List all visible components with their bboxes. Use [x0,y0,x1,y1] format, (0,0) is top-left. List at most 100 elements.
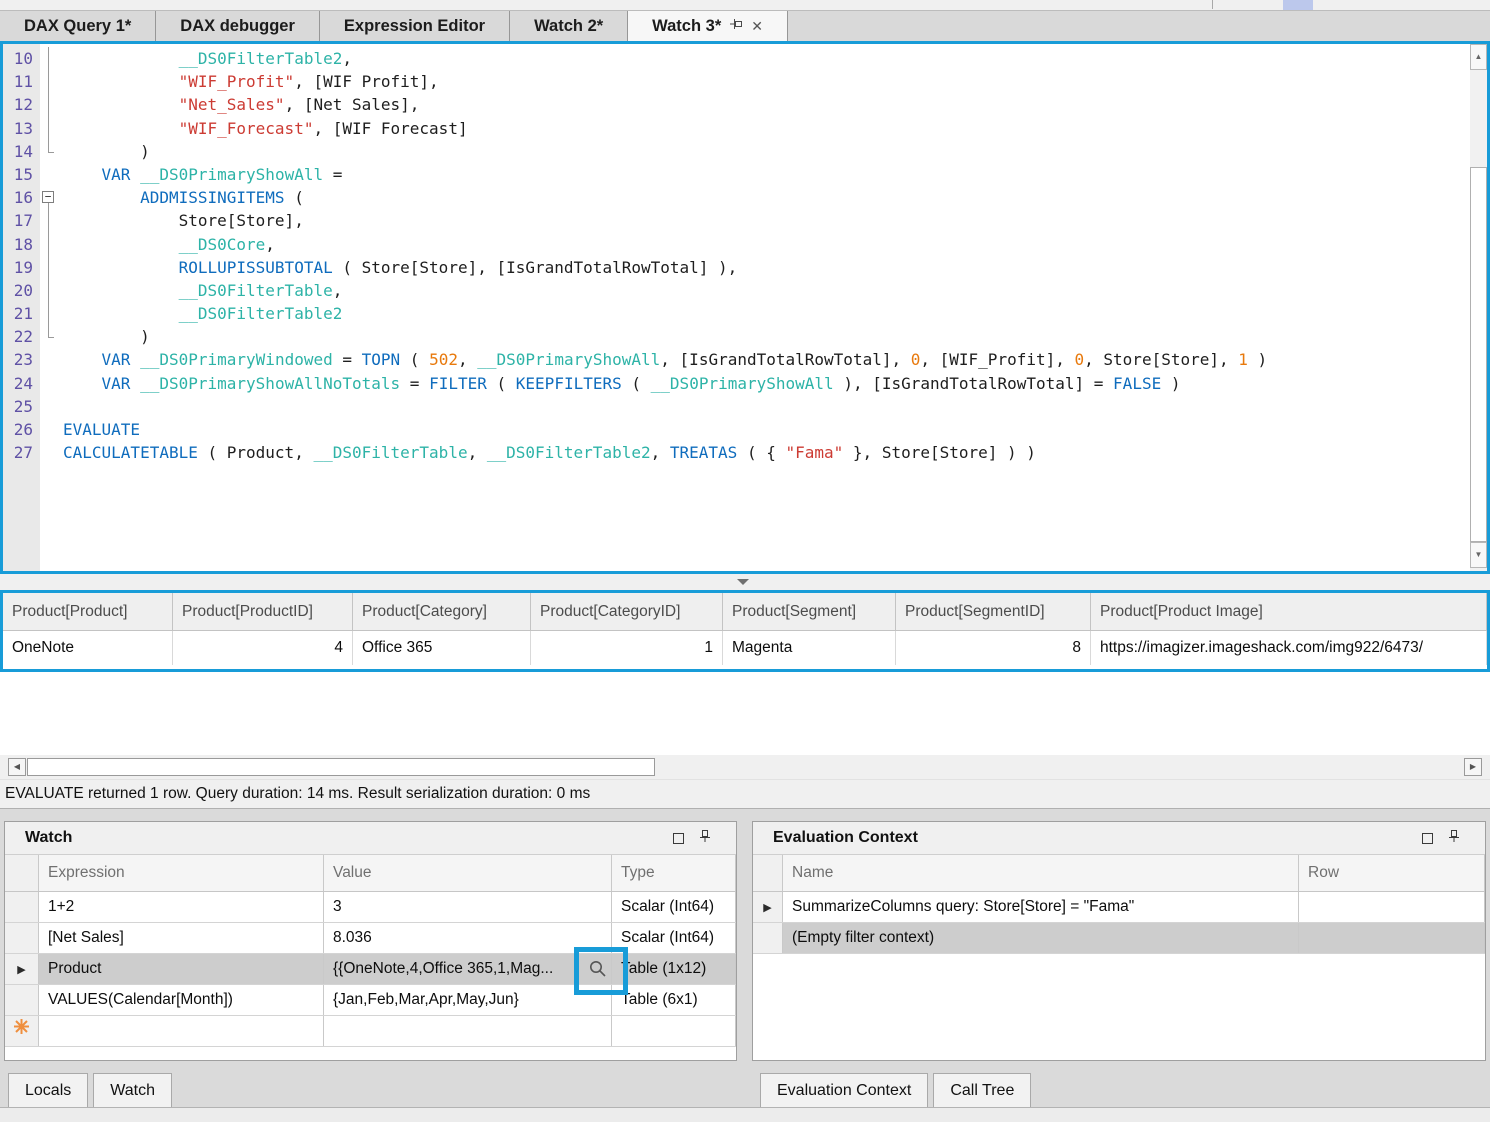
results-cell[interactable]: 1 [531,631,723,665]
watch-type-cell[interactable] [612,1016,736,1046]
line-number: 23 [3,348,33,371]
toolbar-divider [1212,0,1213,9]
eval-column-header[interactable]: Row [1299,855,1485,891]
watch-row[interactable]: 1+23Scalar (Int64) [5,892,736,923]
code-line: ) [63,325,1470,348]
results-cell[interactable]: Magenta [723,631,896,665]
tab-label: Watch 2* [534,17,603,36]
collapse-arrow-icon[interactable] [737,579,749,585]
eval-row-cell[interactable] [1299,892,1485,922]
watch-row[interactable] [5,1016,736,1047]
line-number: 11 [3,70,33,93]
results-horizontal-scrollbar[interactable]: ◀ ▶ [0,755,1490,779]
eval-name-cell[interactable]: SummarizeColumns query: Store[Store] = "… [783,892,1299,922]
watch-value-cell[interactable]: {{OneNote,4,Office 365,1,Mag... [324,954,612,984]
results-cell[interactable]: Office 365 [353,631,531,665]
pin-icon[interactable] [730,17,742,36]
tab-call-tree[interactable]: Call Tree [933,1073,1031,1108]
results-column-header[interactable]: Product[ProductID] [173,593,353,630]
code-line: EVALUATE [63,418,1470,441]
eval-context-row[interactable]: (Empty filter context) [753,923,1485,954]
eval-row-cell[interactable] [1299,923,1485,953]
scroll-right-icon[interactable]: ▶ [1464,758,1482,776]
eval-context-row[interactable]: ▶SummarizeColumns query: Store[Store] = … [753,892,1485,923]
close-icon[interactable]: ✕ [751,18,763,35]
tab-expression-editor[interactable]: Expression Editor [320,11,510,42]
watch-row[interactable]: ▶Product{{OneNote,4,Office 365,1,Mag...T… [5,954,736,985]
row-marker-cell [5,892,39,922]
results-cell[interactable]: OneNote [3,631,173,665]
line-number: 17 [3,209,33,232]
watch-expression-cell[interactable]: [Net Sales] [39,923,324,953]
scroll-up-icon[interactable]: ▲ [1470,44,1487,70]
results-column-header[interactable]: Product[Product Image] [1091,593,1487,630]
line-number: 16 [3,186,33,209]
watch-column-header[interactable]: Value [324,855,612,891]
code-line: "Net_Sales", [Net Sales], [63,93,1470,116]
results-column-header[interactable]: Product[Product] [3,593,173,630]
top-toolbar-strip [0,0,1490,10]
dax-code-editor[interactable]: 101112131415161718192021222324252627 − _… [0,41,1490,574]
editor-results-splitter[interactable] [0,574,1490,590]
horizontal-scrollbar-thumb[interactable] [27,758,655,776]
line-number: 18 [3,233,33,256]
window-footer-strip [0,1107,1490,1122]
code-line: VAR __DS0PrimaryShowAllNoTotals = FILTER… [63,372,1470,395]
results-cell[interactable]: 4 [173,631,353,665]
scroll-down-icon[interactable]: ▼ [1470,542,1487,568]
watch-value-cell[interactable]: {Jan,Feb,Mar,Apr,May,Jun} [324,985,612,1015]
query-results-grid[interactable]: Product[Product]Product[ProductID]Produc… [0,590,1490,672]
fold-margin-cell [40,233,58,256]
tab-locals[interactable]: Locals [8,1073,88,1108]
tab-watch[interactable]: Watch [93,1073,172,1108]
scroll-left-icon[interactable]: ◀ [8,758,26,776]
tab-watch-2[interactable]: Watch 2* [510,11,628,42]
code-line: __DS0FilterTable2, [63,47,1470,70]
watch-expression-cell[interactable]: VALUES(Calendar[Month]) [39,985,324,1015]
eval-grid-header: NameRow [753,855,1485,892]
row-marker-cell [5,985,39,1015]
results-column-header[interactable]: Product[CategoryID] [531,593,723,630]
maximize-icon[interactable] [673,833,684,844]
toolbar-fragment [1283,0,1313,10]
results-cell[interactable]: https://imagizer.imageshack.com/img922/6… [1091,631,1487,665]
tab-watch-3[interactable]: Watch 3*✕ [628,11,788,42]
watch-column-header[interactable]: Expression [39,855,324,891]
watch-expression-cell[interactable] [39,1016,324,1046]
results-row[interactable]: OneNote4Office 3651Magenta8https://imagi… [3,631,1487,665]
eval-name-cell[interactable]: (Empty filter context) [783,923,1299,953]
editor-code-area[interactable]: __DS0FilterTable2, "WIF_Profit", [WIF Pr… [58,44,1470,571]
watch-type-cell[interactable]: Scalar (Int64) [612,923,736,953]
watch-expression-cell[interactable]: Product [39,954,324,984]
tab-dax-query-1[interactable]: DAX Query 1* [0,11,156,42]
pin-icon[interactable] [1448,829,1460,848]
code-line: CALCULATETABLE ( Product, __DS0FilterTab… [63,441,1470,464]
line-number: 12 [3,93,33,116]
watch-type-cell[interactable]: Scalar (Int64) [612,892,736,922]
eval-column-header[interactable]: Name [783,855,1299,891]
results-column-header[interactable]: Product[Segment] [723,593,896,630]
watch-value-cell[interactable]: 3 [324,892,612,922]
fold-margin-cell [40,302,58,325]
watch-column-header[interactable]: Type [612,855,736,891]
results-cell[interactable]: 8 [896,631,1091,665]
fold-margin-cell [40,279,58,302]
vertical-scrollbar-thumb[interactable] [1470,167,1487,542]
watch-value-cell[interactable] [324,1016,612,1046]
maximize-icon[interactable] [1422,833,1433,844]
tab-evaluation-context[interactable]: Evaluation Context [760,1073,928,1108]
results-column-header[interactable]: Product[Category] [353,593,531,630]
watch-type-cell[interactable]: Table (6x1) [612,985,736,1015]
editor-vertical-scrollbar[interactable]: ▲ ▼ [1470,44,1487,571]
fold-margin-cell [40,325,58,348]
line-number: 15 [3,163,33,186]
code-line: Store[Store], [63,209,1470,232]
watch-expression-cell[interactable]: 1+2 [39,892,324,922]
watch-type-cell[interactable]: Table (1x12) [612,954,736,984]
results-column-header[interactable]: Product[SegmentID] [896,593,1091,630]
watch-value-cell[interactable]: 8.036 [324,923,612,953]
results-rows: OneNote4Office 3651Magenta8https://imagi… [3,631,1487,665]
tab-dax-debugger[interactable]: DAX debugger [156,11,320,42]
pin-icon[interactable] [699,829,711,848]
fold-collapse-icon[interactable]: − [40,186,58,209]
